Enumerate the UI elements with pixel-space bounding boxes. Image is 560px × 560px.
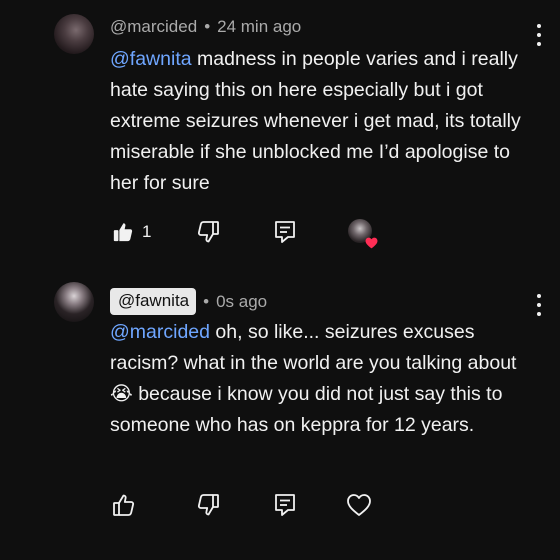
mention-link[interactable]: @fawnita [110,48,192,70]
creator-heart-badge [348,219,378,249]
like-button[interactable]: 1 [112,217,151,247]
comment-thread-item: @marcided • 24 min ago @fawnita madness … [0,0,560,270]
comment-timestamp: 0s ago [216,291,268,311]
meta-separator: • [203,291,210,311]
more-vertical-icon[interactable] [536,294,542,316]
dislike-button[interactable] [196,217,220,247]
thumbs-down-icon [197,221,219,243]
more-vertical-icon[interactable] [536,24,542,46]
reply-icon [275,221,295,243]
like-button[interactable] [112,490,136,520]
author-handle[interactable]: @marcided [110,17,197,37]
comment-thread-item: @fawnita • 0s ago @marcided oh, so like.… [0,270,560,560]
comment-actions [110,490,410,520]
comment-meta: @marcided • 24 min ago [110,17,301,37]
reply-button[interactable] [274,217,296,247]
heart-icon [365,237,378,249]
thumbs-up-icon [113,223,133,242]
crying-emoji: 😭 [110,383,133,405]
author-avatar[interactable] [54,14,94,54]
reply-button[interactable] [274,490,296,520]
reply-icon [275,494,295,516]
thumbs-up-icon [113,494,135,516]
comment-text: @fawnita madness in people varies and i … [110,44,540,199]
like-count: 1 [142,222,152,241]
author-handle[interactable]: @fawnita [110,288,197,315]
heart-icon [347,494,371,516]
thumbs-down-icon [197,494,219,516]
dislike-button[interactable] [196,490,220,520]
comment-meta: @fawnita • 0s ago [110,288,267,315]
author-avatar[interactable] [54,282,94,322]
comment-timestamp: 24 min ago [217,17,302,36]
heart-button[interactable] [346,490,372,520]
comment-text: @marcided oh, so like... seizures excuse… [110,317,540,441]
comment-body-continued: because i know you did not just say this… [110,383,503,436]
mention-link[interactable]: @marcided [110,321,210,343]
comment-actions: 1 [110,217,410,249]
meta-separator: • [204,17,211,36]
